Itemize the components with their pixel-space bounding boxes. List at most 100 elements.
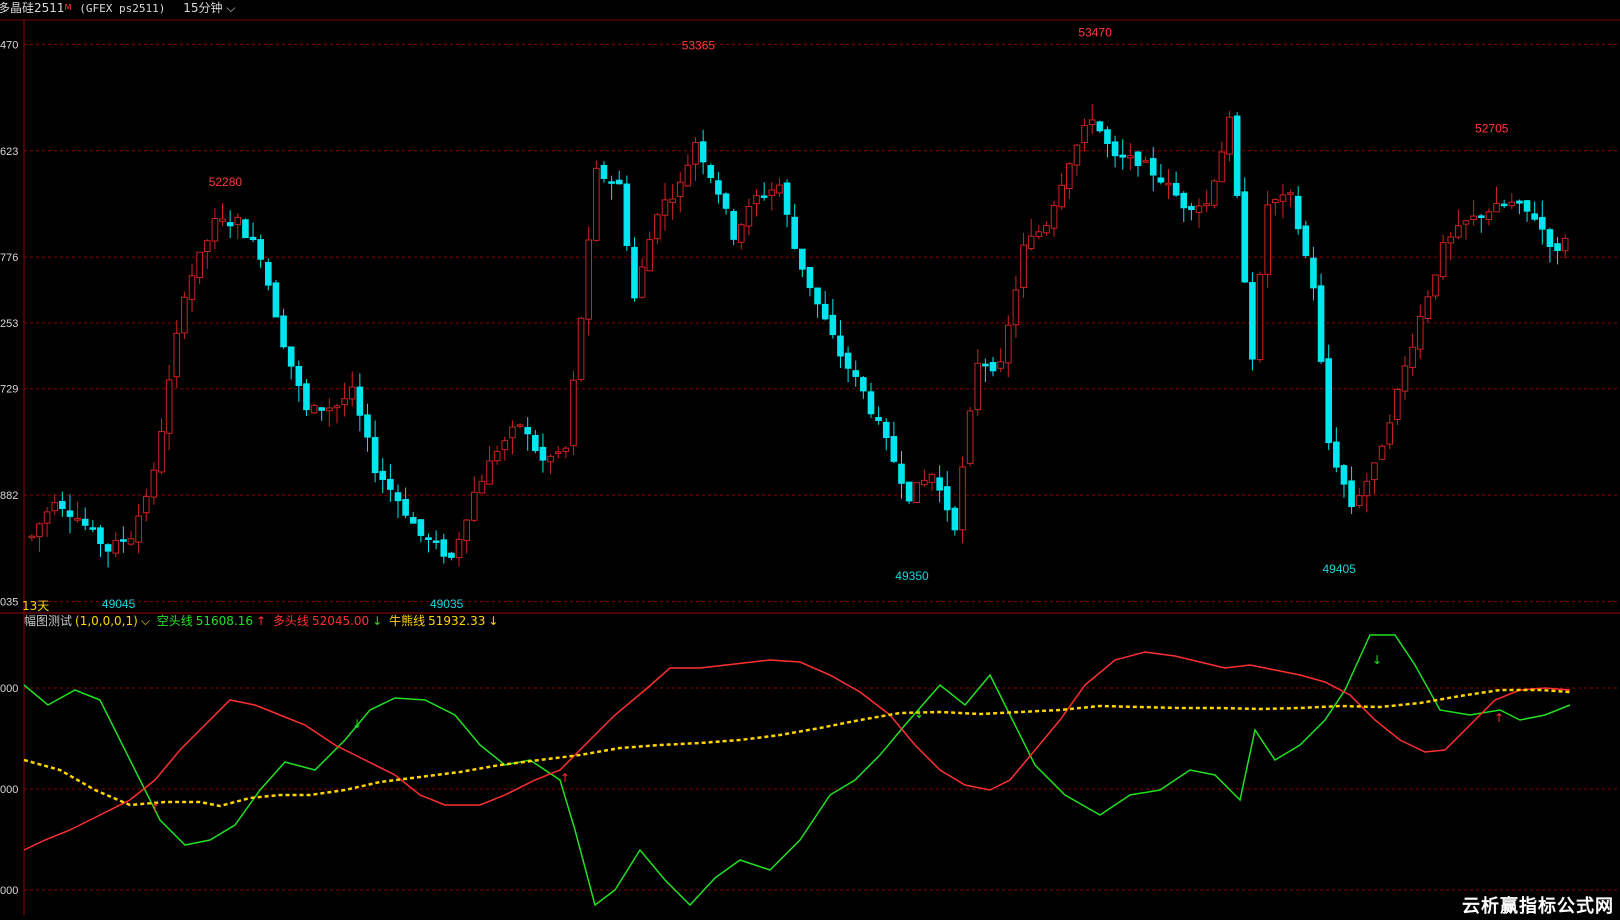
candle-body [600, 164, 608, 179]
candle-body [1241, 191, 1249, 283]
day-count: 13天 [22, 599, 50, 613]
candle-body [1279, 194, 1287, 202]
candle-body [631, 246, 638, 299]
candle-body [669, 198, 676, 203]
candle-body [326, 407, 333, 412]
candle-body [1455, 225, 1462, 238]
candle-body [1096, 121, 1104, 132]
candle-body [814, 287, 821, 305]
candle-body [1233, 115, 1241, 196]
candle-body [615, 179, 623, 185]
candle-body [196, 251, 203, 279]
candle-body [1401, 365, 1409, 392]
main-contract-mark: M [64, 3, 72, 12]
candle-body [28, 535, 36, 539]
candle-body [59, 500, 66, 509]
candle-body [791, 216, 798, 249]
chart-canvas[interactable]: 470 623 776 253 729 882 035 52280 53365 53470 527… [0, 0, 1620, 920]
arrow-up-icon: ↑ [256, 614, 267, 628]
indicator-lines: ↑ ↑ ↑ ↓ ↓ ↓ [23, 634, 1571, 907]
candle-body [1363, 480, 1371, 497]
bull-line-value: 52045.00 [311, 614, 370, 628]
candle-body [89, 527, 97, 530]
candle-body [36, 523, 43, 538]
candle-body [593, 167, 600, 241]
candle-body [654, 214, 661, 240]
candle-body [959, 466, 966, 531]
candle-body [1538, 216, 1546, 230]
candle-body [104, 544, 112, 552]
candle-body [310, 404, 318, 414]
candle-body [1371, 462, 1378, 481]
candle-body [158, 430, 165, 473]
symbol-name[interactable]: 多晶硅2511 [0, 1, 65, 15]
candle-body [219, 218, 226, 222]
candle-body [142, 496, 150, 514]
candle-body [1531, 213, 1538, 220]
candle-body [211, 218, 219, 242]
candle-body [1554, 243, 1561, 252]
candle-body [760, 195, 768, 198]
candle-body [1127, 155, 1134, 159]
candle-body [112, 539, 120, 554]
candle-body [1058, 184, 1066, 208]
candle-body [371, 437, 379, 474]
indicator-name[interactable]: 幅图测试 [24, 614, 72, 628]
candle-body [425, 537, 432, 540]
candle-body [478, 480, 486, 494]
candle-body [203, 240, 211, 252]
candle-body [432, 540, 440, 543]
bear-line [23, 634, 1571, 907]
candle-body [722, 193, 730, 209]
candle-body [905, 481, 913, 502]
candle-body [66, 510, 74, 517]
candle-body [860, 377, 867, 392]
candle-body [1378, 445, 1386, 460]
bear-line-label: 空头线 [156, 614, 193, 628]
signal-up-arrow: ↑ [1494, 711, 1504, 725]
candle-body [1264, 204, 1271, 275]
price-tick-label: 253 [0, 318, 18, 330]
candle-body [1355, 495, 1363, 507]
candle-body [1210, 180, 1218, 206]
watermark-logo: 云析赢指标公式网 [1462, 896, 1614, 917]
indicator-params[interactable]: (1,0,0,0,1) [75, 614, 138, 628]
candle-body [1066, 163, 1073, 190]
candle-body [409, 516, 417, 524]
candle-body [1104, 129, 1111, 145]
candle-body [226, 222, 234, 227]
candle-body [524, 427, 531, 435]
candle-body [341, 398, 348, 406]
candle-body [448, 552, 455, 558]
signal-down-arrow: ↓ [1372, 653, 1382, 667]
indicator-tick-label: 000 [0, 784, 18, 796]
candle-body [81, 518, 89, 526]
candle-body [684, 164, 692, 187]
indicator-tick-label: 000 [0, 683, 18, 695]
candle-body [554, 451, 562, 454]
candle-body [1157, 177, 1165, 183]
candle-body [715, 180, 722, 195]
candle-body [638, 266, 646, 298]
chevron-down-icon[interactable]: ⌵ [141, 614, 150, 628]
title-bar: 多晶硅2511M (GFEX ps2511) 15分钟 ⌵ [0, 0, 1620, 16]
low-label: 49045 [102, 597, 136, 611]
candle-body [1180, 192, 1188, 209]
candle-body [1256, 274, 1264, 361]
price-tick-label: 882 [0, 490, 18, 502]
candle-body [1447, 236, 1455, 244]
period-selector[interactable]: 15分钟 ⌵ [183, 1, 235, 15]
candle-body [516, 424, 524, 427]
candle-body [1325, 358, 1333, 444]
candle-body [1523, 200, 1531, 212]
candle-body [799, 248, 806, 270]
candle-body [1020, 244, 1027, 288]
candle-body [188, 275, 196, 300]
bear-line-value: 51608.16 [195, 614, 254, 628]
candle-body [844, 352, 852, 369]
candle-body [707, 165, 715, 178]
candle-body [440, 539, 448, 557]
bull-line-label: 多头线 [272, 614, 309, 628]
candle-body [1477, 215, 1485, 219]
candle-body [882, 421, 890, 439]
